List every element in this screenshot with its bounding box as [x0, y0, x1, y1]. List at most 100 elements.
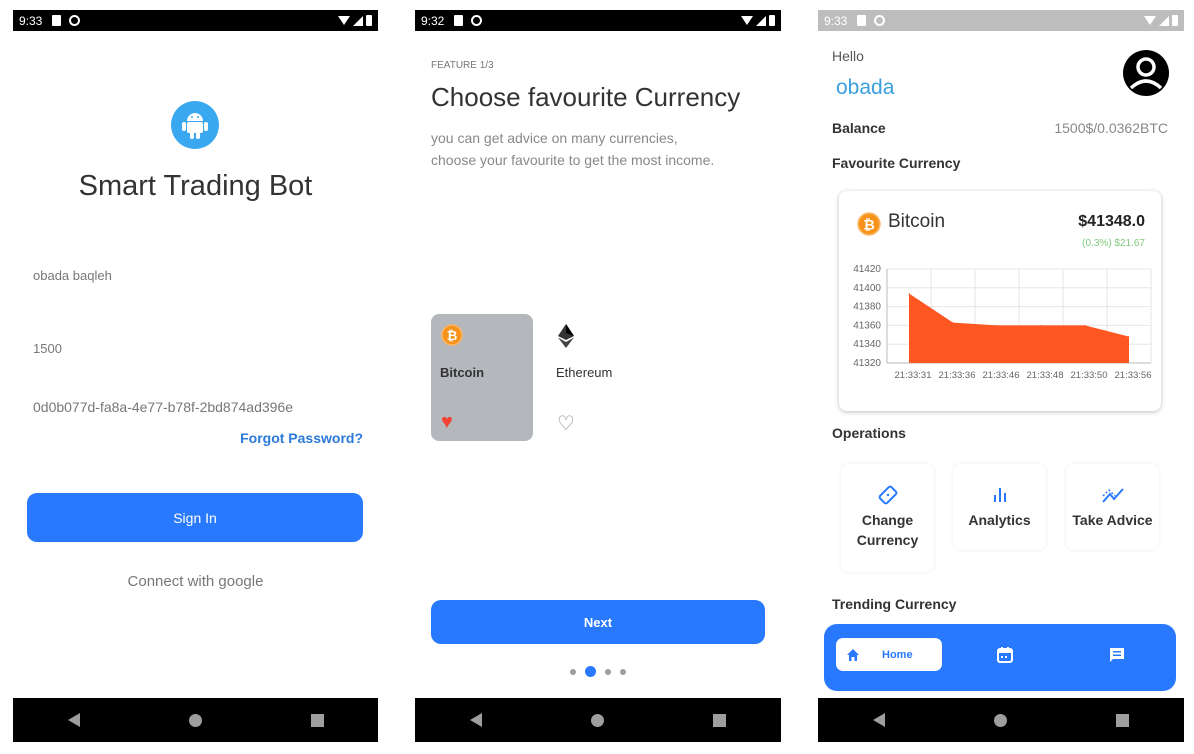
status-time: 9:33 [824, 13, 848, 28]
y-tick-label: 41360 [853, 320, 881, 331]
currency-name: Bitcoin [440, 365, 485, 380]
chat-icon[interactable] [1108, 646, 1126, 664]
change-currency-button[interactable]: Change Currency [841, 464, 934, 572]
battery-icon [1172, 15, 1178, 26]
heart-filled-icon[interactable]: ♥ [441, 411, 453, 434]
page-dot[interactable] [620, 668, 626, 675]
status-bar: 9:33 [13, 10, 378, 31]
data-point [1040, 324, 1042, 326]
ethereum-icon [557, 324, 575, 353]
subtitle-line: choose your favourite to get the most in… [431, 152, 715, 168]
back-icon[interactable] [872, 713, 885, 727]
status-bar: 9:32 [415, 10, 781, 31]
app-title: Smart Trading Bot [78, 170, 313, 202]
operation-label: Take Advice [1072, 512, 1153, 528]
bitcoin-icon: ₿ [857, 212, 881, 241]
page-dot[interactable] [605, 668, 611, 675]
sd-card-icon [454, 15, 464, 26]
sync-icon [471, 15, 483, 26]
system-nav-bar [415, 698, 781, 742]
y-tick-label: 41320 [853, 358, 881, 369]
sync-icon [874, 15, 886, 26]
recent-apps-icon[interactable] [310, 713, 324, 727]
currency-change: (0.3%) $21.67 [1082, 238, 1145, 249]
x-tick-label: 21:33:31 [895, 370, 932, 381]
login-screen: 9:33 Smart Trading Bot Forgot Password? … [13, 10, 378, 742]
heart-outline-icon[interactable]: ♡ [557, 411, 575, 436]
status-bar: 9:33 [818, 10, 1184, 31]
bitcoin-icon: ₿ [441, 324, 463, 351]
next-button[interactable]: Next [431, 600, 765, 644]
feature-counter: FEATURE 1/3 [431, 60, 494, 71]
sign-in-button[interactable]: Sign In [27, 493, 363, 542]
greeting: Hello [832, 48, 864, 64]
operations-section-title: Operations [832, 425, 906, 441]
connect-google-link[interactable]: Connect with google [13, 573, 378, 590]
data-point [908, 292, 910, 294]
home-icon [847, 648, 859, 661]
page-dot-active[interactable] [585, 666, 596, 677]
data-point [996, 324, 998, 326]
balance-label: Balance [832, 120, 886, 136]
take-advice-button[interactable]: Take Advice [1066, 464, 1159, 550]
x-tick-label: 21:33:36 [939, 370, 976, 381]
x-tick-label: 21:33:46 [983, 370, 1020, 381]
currency-name: Ethereum [556, 365, 613, 380]
calendar-icon[interactable] [996, 646, 1014, 664]
favourite-section-title: Favourite Currency [832, 155, 961, 171]
currency-card-bitcoin[interactable]: ₿ Bitcoin ♥ [431, 314, 533, 441]
x-tick-label: 21:33:50 [1071, 370, 1108, 381]
favourite-currency-card[interactable]: ₿ Bitcoin $41348.0 (0.3%) $21.67 41320 41… [839, 191, 1161, 411]
status-time: 9:32 [421, 13, 445, 28]
wifi-icon [741, 16, 753, 25]
avatar-icon[interactable] [1123, 50, 1169, 96]
api-key-field[interactable] [33, 399, 363, 415]
currency-card-ethereum[interactable]: Ethereum ♡ [547, 314, 649, 441]
nav-home-tab[interactable]: Home [836, 638, 942, 671]
recent-apps-icon[interactable] [713, 713, 727, 727]
wifi-icon [1144, 16, 1156, 25]
analytics-button[interactable]: Analytics [953, 464, 1046, 550]
signal-icon [756, 15, 766, 26]
onboarding-title: Choose favourite Currency [431, 82, 741, 112]
operation-label: Change [861, 512, 914, 528]
x-tick-label: 21:33:56 [1115, 370, 1152, 381]
back-icon[interactable] [67, 713, 80, 727]
bottom-nav: Home [824, 624, 1176, 691]
y-tick-label: 41400 [853, 283, 881, 294]
price-chart: 41320 41340 41360 41380 41400 41420 21:33:31 21… [853, 264, 1152, 381]
page-dot[interactable] [570, 668, 576, 675]
wifi-icon [338, 16, 350, 25]
signal-icon [353, 15, 363, 26]
recent-apps-icon[interactable] [1116, 713, 1130, 727]
svg-text:₿: ₿ [447, 329, 458, 344]
home-circle-icon[interactable] [590, 713, 604, 727]
home-circle-icon[interactable] [993, 713, 1007, 727]
forgot-password-link[interactable]: Forgot Password? [240, 430, 363, 446]
trending-section-title: Trending Currency [832, 596, 957, 612]
operation-label: Currency [856, 532, 919, 548]
data-point [1084, 324, 1086, 326]
android-logo-icon [171, 101, 219, 149]
username-field[interactable] [33, 268, 363, 283]
ticket-icon [878, 485, 897, 505]
system-nav-bar [13, 698, 378, 742]
y-tick-label: 41340 [853, 339, 881, 350]
trend-icon [1101, 488, 1124, 503]
y-tick-label: 41420 [853, 264, 881, 275]
onboarding-subtitle: you can get advice on many currencies, c… [431, 127, 714, 171]
currency-name: Bitcoin [888, 211, 946, 232]
sd-card-icon [857, 15, 867, 26]
back-icon[interactable] [469, 713, 482, 727]
amount-field[interactable] [33, 341, 363, 356]
subtitle-line: you can get advice on many currencies, [431, 130, 678, 146]
svg-text:₿: ₿ [863, 217, 875, 233]
signal-icon [1159, 15, 1169, 26]
sd-card-icon [52, 15, 62, 26]
balance-value: 1500$/0.0362BTC [1054, 120, 1168, 136]
battery-icon [366, 15, 372, 26]
home-circle-icon[interactable] [188, 713, 202, 727]
operation-label: Analytics [968, 512, 1031, 528]
y-tick-label: 41380 [853, 302, 881, 313]
bar-chart-icon [993, 488, 1006, 502]
